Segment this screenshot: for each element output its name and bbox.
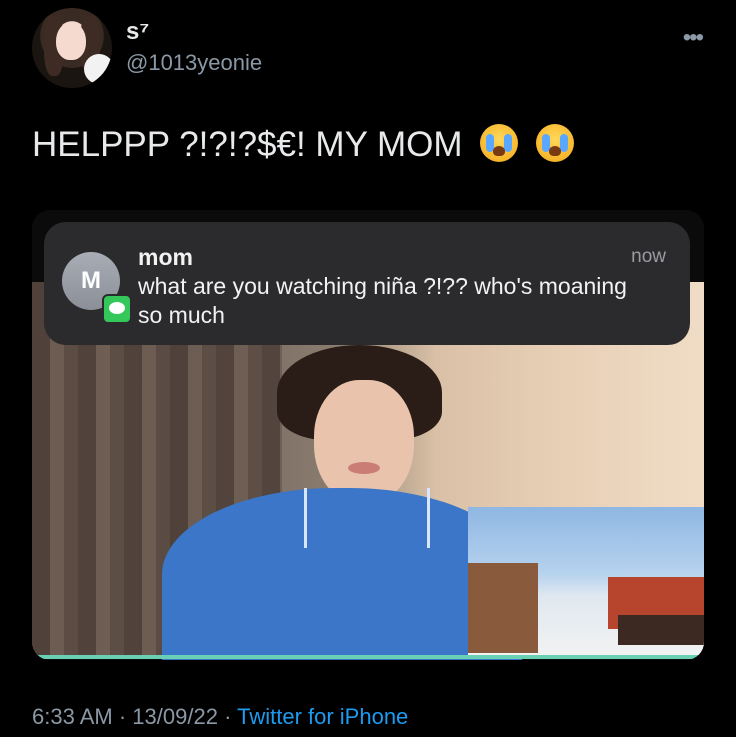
crying-emoji-icon xyxy=(536,124,575,162)
user-handle[interactable]: @1013yeonie xyxy=(126,50,262,76)
separator: · xyxy=(118,704,127,729)
game-building xyxy=(468,563,538,653)
more-options-icon[interactable]: ••• xyxy=(683,24,704,52)
avatar-plush xyxy=(84,54,112,84)
shirt-collar xyxy=(304,488,430,548)
display-name[interactable]: s⁷ xyxy=(126,18,149,46)
notification-message: what are you watching niña ?!?? who's mo… xyxy=(138,273,627,328)
tweet-text: HELPPP ?!?!?$€! MY MOM xyxy=(32,124,575,165)
person-face xyxy=(314,380,414,505)
game-ship-base xyxy=(618,615,704,645)
tweet-body: HELPPP ?!?!?$€! MY MOM xyxy=(32,125,463,164)
separator: · xyxy=(224,704,232,729)
profile-avatar[interactable] xyxy=(32,8,112,88)
game-overlay xyxy=(468,507,704,655)
tweet-time: 6:33 AM xyxy=(32,704,113,729)
avatar-face xyxy=(56,22,86,60)
messages-icon xyxy=(102,294,132,324)
person-lips xyxy=(348,462,380,474)
notification-time: now xyxy=(631,246,666,267)
video-progress-bar xyxy=(32,655,704,659)
tweet-source-link[interactable]: Twitter for iPhone xyxy=(237,704,408,729)
tweet-date: 13/09/22 xyxy=(132,704,218,729)
crying-emoji-icon xyxy=(480,124,519,162)
notification-sender: mom xyxy=(138,244,193,270)
message-notification[interactable]: M mom now what are you watching niña ?!?… xyxy=(44,222,690,345)
tweet-metadata: 6:33 AM · 13/09/22 · Twitter for iPhone xyxy=(32,704,408,730)
